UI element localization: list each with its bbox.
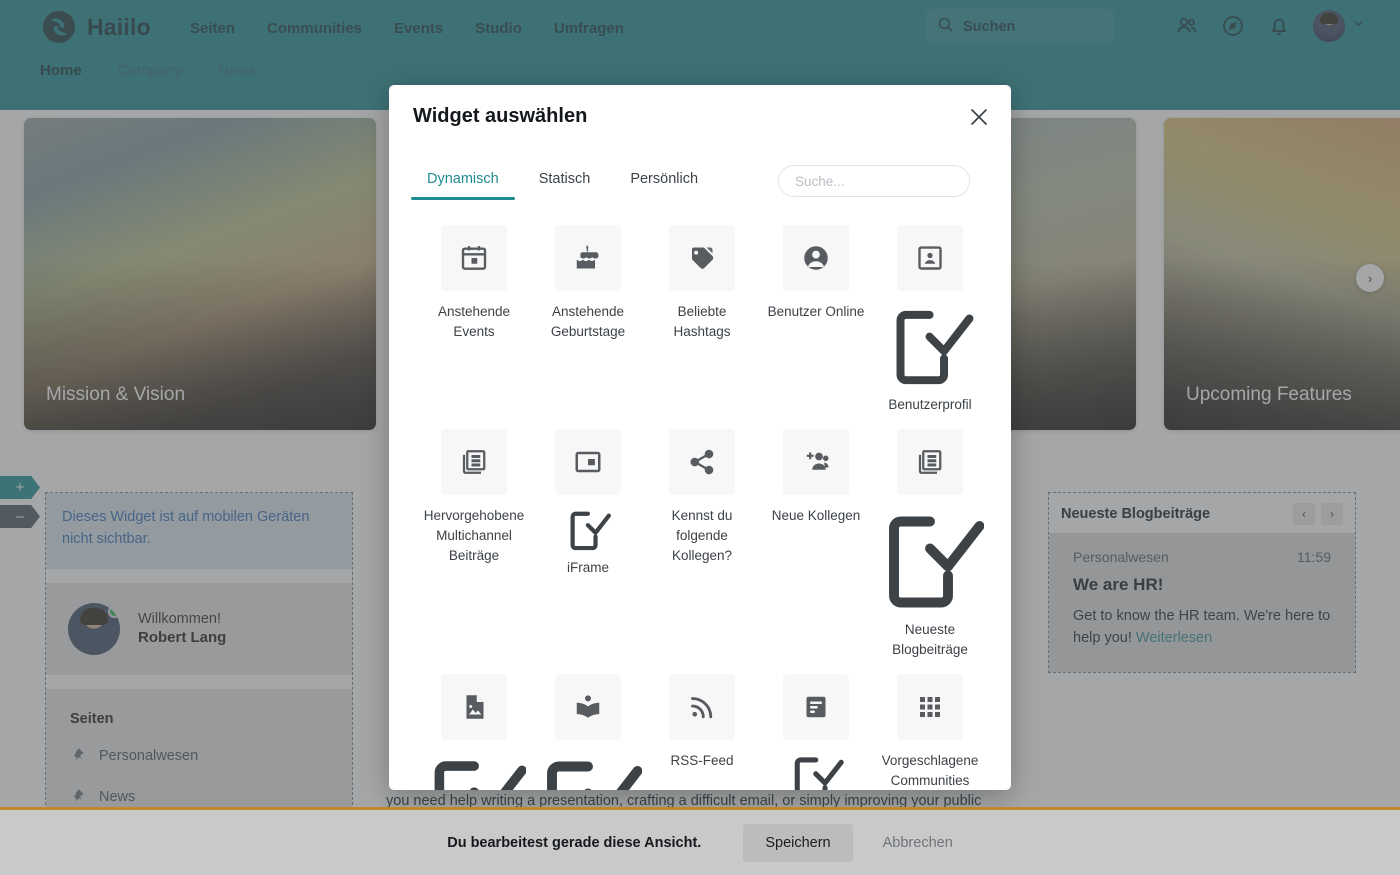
widget-option[interactable]: Hervorgehobene Multichannel Beiträge	[417, 429, 531, 660]
mobile-hidden-icon	[886, 310, 974, 394]
widget-option[interactable]: Neueste Dateien	[417, 673, 531, 790]
close-icon[interactable]	[967, 105, 991, 129]
widget-search-placeholder: Suche...	[795, 173, 845, 189]
user-circle-icon	[783, 225, 849, 291]
widget-option[interactable]: Neue Kollegen	[759, 429, 873, 660]
grid-dots-icon	[897, 673, 963, 740]
widget-option-text: Benutzerprofil	[888, 397, 972, 413]
book-icon	[555, 673, 621, 740]
widget-option[interactable]: Anstehende Events	[417, 225, 531, 415]
tab-dynamisch[interactable]: Dynamisch	[411, 163, 515, 200]
iframe-icon	[555, 429, 621, 495]
widget-option[interactable]: Beliebte Hashtags	[645, 225, 759, 415]
widget-option-label: Vorgeschlagene Communities	[881, 752, 979, 788]
widget-option[interactable]: RSS-Feed	[645, 673, 759, 790]
widget-option-label: Beliebte Hashtags	[673, 304, 731, 339]
widget-option[interactable]: Neueste Wiki-Artikel	[531, 673, 645, 790]
widget-option-text: iFrame	[566, 559, 609, 575]
widget-option[interactable]: Vorgeschlagene Communities	[873, 673, 987, 790]
share-icon	[669, 429, 735, 495]
tab-statisch[interactable]: Statisch	[523, 163, 607, 200]
widget-picker-dialog: Widget auswählen Dynamisch Statisch Pers…	[389, 85, 1011, 790]
widget-option[interactable]: Benutzerprofil	[873, 225, 987, 415]
widget-option-label: Neue Kollegen	[771, 508, 861, 523]
widget-option-label: Neueste Blogbeiträge	[876, 506, 985, 660]
widget-option[interactable]: iFrame	[531, 429, 645, 660]
widget-search-input[interactable]: Suche...	[778, 165, 970, 197]
widget-option-text: Neueste Blogbeiträge	[892, 621, 968, 657]
widget-option-label: Kennst du folgende Kollegen?	[671, 508, 733, 563]
widget-option-label: iFrame	[565, 506, 612, 578]
mobile-hidden-icon	[876, 516, 985, 619]
calendar-icon	[441, 225, 507, 291]
file-image-icon	[441, 673, 507, 740]
edit-mode-bar: Du bearbeitest gerade diese Ansicht. Spe…	[0, 807, 1400, 875]
tag-icon	[669, 225, 735, 291]
app-root: Haiilo Seiten Communities Events Studio …	[0, 0, 1400, 875]
widget-option[interactable]: Benutzer Online	[759, 225, 873, 415]
dialog-title: Widget auswählen	[413, 105, 588, 127]
widget-option-label: Umfrage	[788, 751, 844, 790]
widget-option[interactable]: Anstehende Geburtstage	[531, 225, 645, 415]
widget-option[interactable]: Kennst du folgende Kollegen?	[645, 429, 759, 660]
widget-grid: Anstehende Events Anstehende Geburtstage B…	[417, 225, 987, 790]
add-people-icon	[783, 429, 849, 495]
widget-option-label: Anstehende Geburtstage	[550, 304, 626, 339]
edit-mode-message: Du bearbeitest gerade diese Ansicht.	[447, 834, 702, 851]
articles-icon	[897, 429, 963, 495]
poll-icon	[783, 673, 849, 740]
mobile-hidden-icon	[565, 511, 612, 557]
widget-option-label: Hervorgehobene Multichannel Beiträge	[423, 508, 525, 563]
save-button[interactable]: Speichern	[743, 823, 853, 862]
widget-option[interactable]: Neueste Blogbeiträge	[873, 429, 987, 660]
widget-option-label: RSS-Feed	[670, 752, 734, 768]
widget-option-label: Benutzer Online	[767, 304, 865, 319]
dialog-tabs: Dynamisch Statisch Persönlich	[411, 163, 714, 200]
cake-icon	[555, 225, 621, 291]
rss-icon	[669, 673, 735, 740]
tab-persoenlich[interactable]: Persönlich	[614, 163, 714, 200]
id-card-icon	[897, 225, 963, 291]
widget-option[interactable]: Umfrage	[759, 673, 873, 790]
widget-option-label: Neueste Wiki-Artikel	[534, 751, 643, 790]
cancel-button[interactable]: Abbrechen	[883, 835, 953, 851]
widget-option-label: Neueste Dateien	[422, 751, 527, 790]
widget-option-label: Benutzerprofil	[886, 302, 974, 415]
widget-option-label: Anstehende Events	[437, 304, 511, 339]
articles-icon	[441, 429, 507, 495]
